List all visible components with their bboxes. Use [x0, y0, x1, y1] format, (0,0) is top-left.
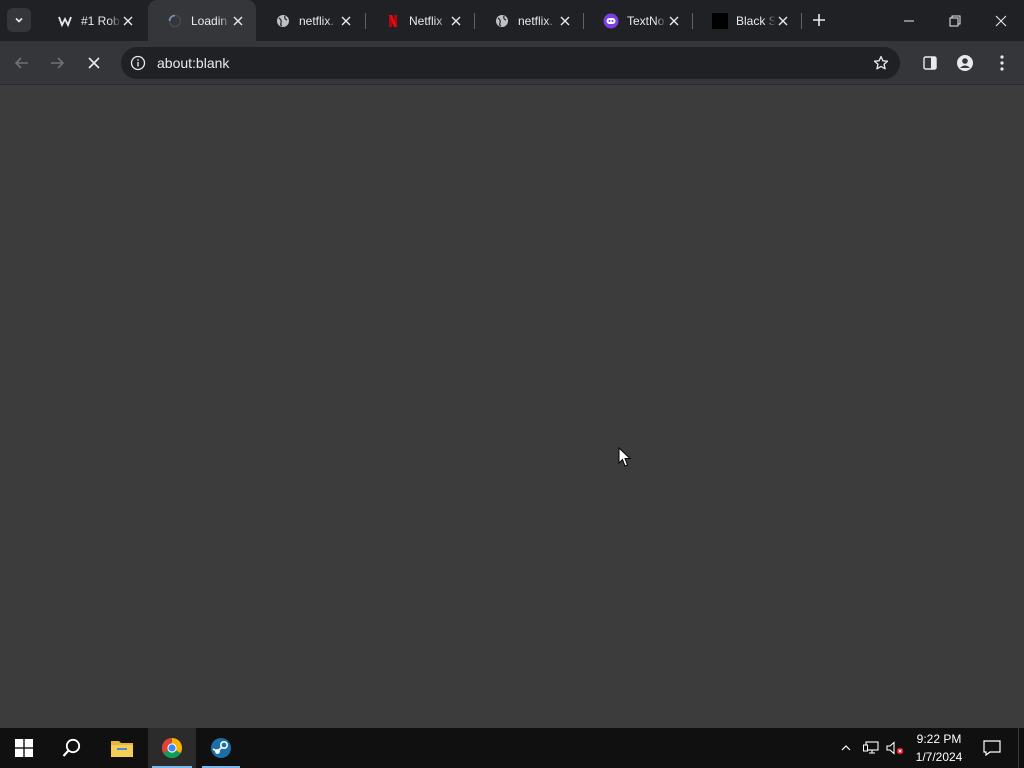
tab-search-button[interactable]: [7, 8, 31, 32]
tab-title: netflix.: [518, 13, 553, 28]
tab-title: #1 Rob: [81, 13, 120, 28]
side-panel-button[interactable]: [916, 49, 944, 77]
forward-button[interactable]: [43, 49, 71, 77]
more-vert-icon: [1000, 55, 1004, 71]
minimize-icon: [904, 20, 914, 21]
side-panel-icon: [923, 56, 937, 70]
close-icon[interactable]: [557, 13, 573, 29]
tab-title: Black S: [736, 13, 776, 28]
tab-title: netflix.: [299, 13, 334, 28]
mouse-cursor-icon: [618, 446, 632, 473]
page-content: [0, 86, 1024, 727]
volume-muted-icon: [886, 741, 904, 755]
close-icon[interactable]: [775, 13, 791, 29]
profile-icon: [957, 55, 973, 71]
search-icon: [62, 738, 81, 757]
tab-1[interactable]: #1 Rob: [38, 0, 146, 41]
network-button[interactable]: [860, 728, 882, 768]
system-clock[interactable]: 9:22 PM 1/7/2024: [906, 730, 972, 766]
tab-2[interactable]: Loadin: [148, 0, 256, 41]
bookmark-star-icon[interactable]: [870, 52, 892, 74]
arrow-left-icon: [14, 57, 28, 69]
loading-spinner-icon: [167, 13, 183, 29]
notification-center-button[interactable]: [976, 728, 1008, 768]
info-icon[interactable]: [127, 52, 149, 74]
new-tab-button[interactable]: [808, 9, 830, 31]
globe-icon: [275, 13, 291, 29]
globe-icon: [494, 13, 510, 29]
arrow-right-icon: [51, 57, 65, 69]
tab-7[interactable]: Black S: [693, 0, 801, 41]
tab-separator: [801, 13, 802, 29]
stop-loading-button[interactable]: [80, 49, 108, 77]
browser-toolbar: about:blank: [0, 41, 1024, 85]
close-icon[interactable]: [448, 13, 464, 29]
restore-icon: [949, 15, 961, 26]
show-hidden-icons-button[interactable]: [836, 728, 856, 768]
tab-3[interactable]: netflix.: [256, 0, 364, 41]
tab-strip: #1 Rob Loadin netflix. Netflix netflix. …: [0, 0, 1024, 41]
clock-date: 1/7/2024: [915, 750, 963, 764]
volume-button[interactable]: [884, 728, 906, 768]
close-icon: [88, 57, 100, 69]
windows-start-icon: [15, 739, 33, 757]
profile-button[interactable]: [951, 49, 979, 77]
netflix-icon: [385, 13, 401, 29]
address-bar-url[interactable]: about:blank: [157, 55, 229, 71]
taskbar-search-button[interactable]: [48, 728, 96, 768]
back-button[interactable]: [8, 49, 36, 77]
close-icon[interactable]: [120, 13, 136, 29]
close-icon[interactable]: [338, 13, 354, 29]
file-explorer-icon: [111, 741, 133, 757]
textnow-icon: [603, 13, 619, 29]
close-window-button[interactable]: [978, 0, 1024, 41]
taskbar-chrome[interactable]: [148, 728, 196, 768]
chrome-icon: [162, 738, 182, 758]
tab-title: Netflix: [409, 13, 443, 28]
menu-button[interactable]: [988, 49, 1016, 77]
start-button[interactable]: [0, 728, 48, 768]
notification-icon: [983, 740, 1001, 756]
close-icon[interactable]: [230, 13, 246, 29]
close-icon: [995, 15, 1007, 26]
address-bar[interactable]: about:blank: [121, 47, 900, 79]
tab-5[interactable]: netflix.: [475, 0, 583, 41]
desktop-screen: #1 Rob Loadin netflix. Netflix netflix. …: [0, 0, 1024, 768]
clock-time: 9:22 PM: [916, 732, 962, 746]
black-square-icon: [712, 12, 728, 29]
network-icon: [863, 741, 879, 754]
tab-4[interactable]: Netflix: [366, 0, 474, 41]
restore-button[interactable]: [932, 0, 978, 41]
taskbar-file-explorer[interactable]: [98, 728, 146, 768]
plus-icon: [813, 14, 825, 26]
tab-title: Loadin: [191, 13, 228, 28]
tab-title: TextNo: [627, 13, 665, 28]
minimize-button[interactable]: [886, 0, 932, 41]
close-icon[interactable]: [666, 13, 682, 29]
steam-icon: [211, 738, 231, 758]
tab-6[interactable]: TextNo: [584, 0, 692, 41]
chevron-down-icon: [15, 17, 23, 23]
show-desktop-button[interactable]: [1018, 728, 1024, 768]
taskbar-steam[interactable]: [198, 728, 244, 768]
brand-w-icon: [57, 13, 73, 29]
chevron-up-icon: [841, 745, 851, 751]
taskbar: 9:22 PM 1/7/2024: [0, 728, 1024, 768]
